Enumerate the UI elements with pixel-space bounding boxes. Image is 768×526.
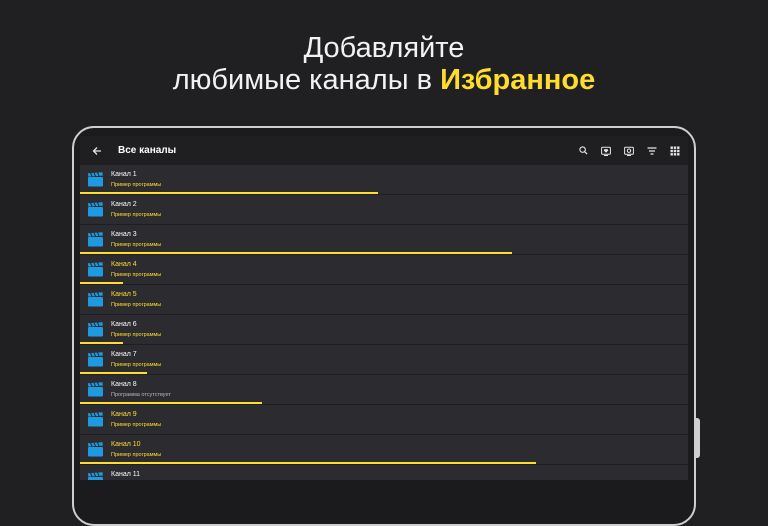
channel-row[interactable]: Канал 3 Пример программы (80, 225, 688, 255)
channel-row[interactable]: Канал 1 Пример программы (80, 165, 688, 195)
channel-row[interactable]: Канал 7 Пример программы (80, 345, 688, 375)
program-progress-bar (80, 402, 263, 404)
channel-program: Пример программы (111, 362, 162, 368)
clapperboard-icon (87, 352, 104, 367)
clapperboard-icon (87, 172, 104, 187)
program-progress-bar (80, 192, 378, 194)
channel-name: Канал 10 (111, 441, 141, 448)
channel-program: Пример программы (111, 242, 162, 248)
channel-name: Канал 11 (111, 471, 141, 478)
channel-program: Пример программы (111, 272, 162, 278)
page-title: Все каналы (118, 145, 177, 156)
record-button[interactable] (624, 146, 634, 156)
channel-program: Пример программы (111, 332, 162, 338)
channel-name: Канал 1 (111, 171, 137, 178)
channel-program: Пример программы (111, 212, 162, 218)
channel-name: Канал 2 (111, 201, 137, 208)
channel-list: Канал 1 Пример программы Канал 2 Пример про… (80, 165, 688, 480)
channel-program: Пример программы (111, 302, 162, 308)
channel-row[interactable]: Канал 4 Пример программы (80, 255, 688, 285)
clapperboard-icon (87, 262, 104, 277)
channel-name: Канал 8 (111, 381, 137, 388)
back-button[interactable] (80, 136, 114, 165)
search-button[interactable] (578, 146, 588, 156)
clapperboard-icon (87, 232, 104, 247)
channel-program: Пример программы (111, 422, 162, 428)
channel-row[interactable]: Канал 8 Программа отсутствует (80, 375, 688, 405)
arrow-back-icon (92, 146, 101, 155)
filter-icon (647, 146, 657, 155)
clapperboard-icon (87, 202, 104, 217)
channel-program: Программа отсутствует (111, 392, 171, 398)
app-bar: Все каналы (80, 136, 688, 165)
clapperboard-icon (87, 382, 104, 397)
headline-accent: Избранное (440, 64, 596, 96)
channel-name: Канал 6 (111, 321, 137, 328)
program-progress-bar (80, 252, 512, 254)
headline-line-2: любимые каналы в Избранное (0, 62, 768, 98)
favorites-button[interactable] (601, 146, 611, 156)
channel-row[interactable]: Канал 6 Пример программы (80, 315, 688, 345)
channel-program: Пример программы (111, 182, 162, 188)
clapperboard-icon (87, 412, 104, 427)
grid-view-icon (670, 146, 680, 155)
headline-text-2: любимые каналы в (172, 64, 441, 96)
channel-name: Канал 9 (111, 411, 137, 418)
program-progress-bar (80, 342, 123, 344)
channel-name: Канал 7 (111, 351, 137, 358)
channel-row[interactable]: Канал 11 (80, 465, 688, 480)
channel-name: Канал 5 (111, 291, 137, 298)
clapperboard-icon (87, 472, 104, 480)
grid-view-button[interactable] (670, 146, 680, 156)
channel-name: Канал 4 (111, 261, 137, 268)
clapperboard-icon (87, 442, 104, 457)
program-progress-bar (80, 372, 147, 374)
record-tv-icon (624, 146, 634, 156)
channel-row[interactable]: Канал 5 Пример программы (80, 285, 688, 315)
channel-program: Пример программы (111, 452, 162, 458)
search-icon (578, 146, 588, 155)
app-screen: Все каналы Канал 1 Пример программы Кана… (80, 136, 688, 480)
program-progress-bar (80, 282, 123, 284)
filter-button[interactable] (647, 146, 657, 156)
headline-line-1: Добавляйте (0, 30, 768, 66)
tablet-side-button (695, 418, 700, 458)
channel-row[interactable]: Канал 2 Пример программы (80, 195, 688, 225)
favorites-tv-icon (601, 146, 611, 156)
channel-row[interactable]: Канал 10 Пример программы (80, 435, 688, 465)
clapperboard-icon (87, 322, 104, 337)
channel-name: Канал 3 (111, 231, 137, 238)
clapperboard-icon (87, 292, 104, 307)
toolbar (578, 136, 680, 165)
headline-text-1: Добавляйте (303, 32, 465, 64)
channel-row[interactable]: Канал 9 Пример программы (80, 405, 688, 435)
program-progress-bar (80, 462, 536, 464)
